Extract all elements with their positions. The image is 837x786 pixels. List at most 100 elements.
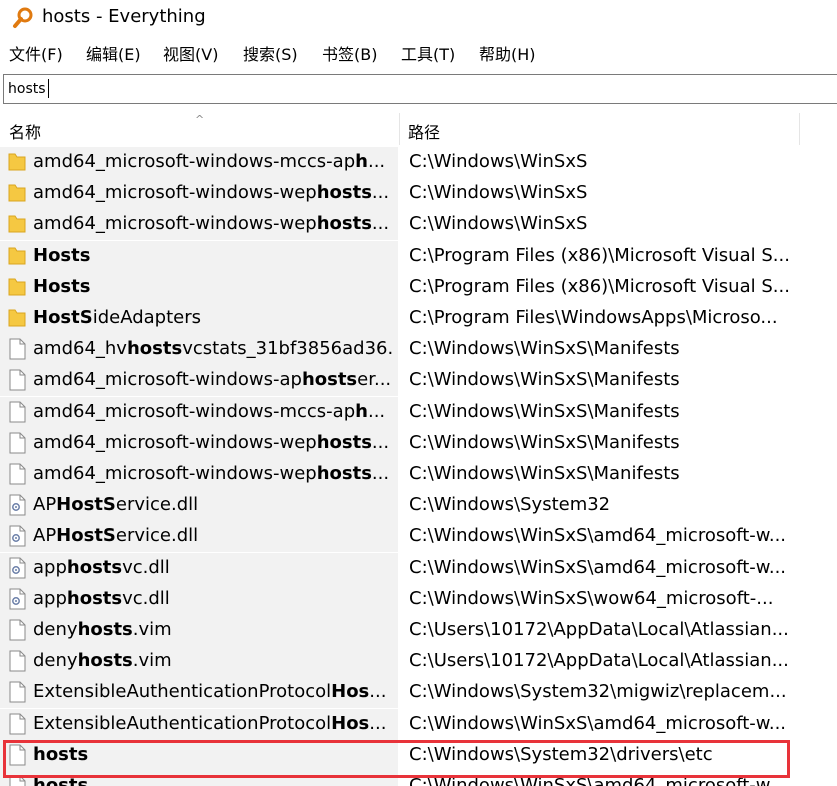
- dll-icon: [8, 588, 26, 610]
- path-cell[interactable]: C:\Users\10172\AppData\Local\Atlassian..…: [409, 618, 809, 642]
- table-row[interactable]: Hosts C:\Program Files (x86)\Microsoft Vi…: [0, 272, 837, 303]
- table-row[interactable]: ExtensibleAuthenticationProtocolHos... C:…: [0, 677, 837, 708]
- name-suffix: ...: [369, 681, 387, 702]
- table-row[interactable]: hosts C:\Windows\System32\drivers\etc: [0, 740, 837, 771]
- dll-icon: [8, 525, 26, 547]
- menu-view[interactable]: 视图(V): [163, 44, 218, 66]
- table-row[interactable]: apphostsvc.dll C:\Windows\WinSxS\wow64_mi…: [0, 584, 837, 615]
- path-cell[interactable]: C:\Windows\WinSxS\amd64_microsoft-w...: [409, 556, 809, 580]
- name-suffix: .vim: [132, 619, 172, 640]
- column-divider[interactable]: [799, 113, 800, 145]
- name-cell[interactable]: ExtensibleAuthenticationProtocolHos...: [0, 677, 398, 708]
- path-cell[interactable]: C:\Program Files (x86)\Microsoft Visual …: [409, 244, 809, 268]
- name-cell[interactable]: apphostsvc.dll: [0, 553, 398, 584]
- name-cell[interactable]: amd64_microsoft-windows-mccs-aph...: [0, 147, 398, 178]
- path-cell[interactable]: C:\Windows\WinSxS: [409, 181, 809, 205]
- path-cell[interactable]: C:\Windows\WinSxS\Manifests: [409, 368, 809, 392]
- name-cell[interactable]: amd64_hvhostsvcstats_31bf3856ad36...: [0, 334, 398, 365]
- path-cell[interactable]: C:\Windows\WinSxS\amd64_microsoft-w...: [409, 712, 809, 736]
- table-row[interactable]: APHostService.dll C:\Windows\WinSxS\amd64…: [0, 521, 837, 552]
- name-match: hosts: [66, 588, 123, 609]
- path-cell[interactable]: C:\Windows\WinSxS\amd64_microsoft-w...: [409, 774, 809, 786]
- table-row[interactable]: HostSideAdapters C:\Program Files\Windows…: [0, 303, 837, 334]
- path-cell[interactable]: C:\Windows\System32\migwiz\replacem...: [409, 680, 809, 704]
- path-cell[interactable]: C:\Windows\WinSxS\wow64_microsoft-...: [409, 587, 809, 611]
- name-cell[interactable]: Hosts: [0, 241, 398, 272]
- menu-tools[interactable]: 工具(T): [401, 44, 455, 66]
- name-cell[interactable]: APHostService.dll: [0, 521, 398, 552]
- file-name: amd64_microsoft-windows-aphostser...: [33, 368, 393, 392]
- name-prefix: deny: [33, 650, 78, 671]
- table-row[interactable]: Hosts C:\Program Files (x86)\Microsoft Vi…: [0, 241, 837, 272]
- file-name: amd64_microsoft-windows-mccs-aph...: [33, 400, 393, 424]
- name-match: hosts: [77, 650, 133, 671]
- name-cell[interactable]: amd64_microsoft-windows-wephosts...: [0, 428, 398, 459]
- table-row[interactable]: amd64_hvhostsvcstats_31bf3856ad36... C:\W…: [0, 334, 837, 365]
- table-row[interactable]: amd64_microsoft-windows-wephosts... C:\Wi…: [0, 178, 837, 209]
- path-cell[interactable]: C:\Windows\WinSxS\Manifests: [409, 431, 809, 455]
- menu-file[interactable]: 文件(F): [9, 44, 63, 66]
- table-row[interactable]: denyhosts.vim C:\Users\10172\AppData\Loca…: [0, 646, 837, 677]
- folder-icon: [8, 245, 26, 267]
- path-cell[interactable]: C:\Windows\System32\drivers\etc: [409, 743, 809, 767]
- menu-bookmarks[interactable]: 书签(B): [322, 44, 377, 66]
- name-cell[interactable]: apphostsvc.dll: [0, 584, 398, 615]
- name-cell[interactable]: hosts: [0, 771, 398, 786]
- path-cell[interactable]: C:\Users\10172\AppData\Local\Atlassian..…: [409, 649, 809, 673]
- path-cell[interactable]: C:\Windows\WinSxS\amd64_microsoft-w...: [409, 524, 809, 548]
- table-row[interactable]: amd64_microsoft-windows-wephosts... C:\Wi…: [0, 209, 837, 240]
- name-cell[interactable]: amd64_microsoft-windows-aphostser...: [0, 365, 398, 396]
- column-header-path[interactable]: 路径: [408, 119, 440, 143]
- dll-icon: [8, 494, 26, 516]
- name-cell[interactable]: ExtensibleAuthenticationProtocolHos...: [0, 709, 398, 740]
- column-header-row: 名称 ^ 路径: [0, 113, 837, 145]
- name-cell[interactable]: Hosts: [0, 272, 398, 303]
- path-cell[interactable]: C:\Windows\WinSxS: [409, 212, 809, 236]
- file-icon: [8, 775, 26, 786]
- file-icon: [8, 619, 26, 641]
- folder-icon: [8, 213, 26, 235]
- path-cell[interactable]: C:\Windows\WinSxS: [409, 150, 809, 174]
- name-cell[interactable]: hosts: [0, 740, 398, 771]
- menu-search[interactable]: 搜索(S): [243, 44, 298, 66]
- table-row[interactable]: hosts C:\Windows\WinSxS\amd64_microsoft-w…: [0, 771, 837, 786]
- name-cell[interactable]: amd64_microsoft-windows-mccs-aph...: [0, 397, 398, 428]
- path-cell[interactable]: C:\Windows\System32: [409, 493, 809, 517]
- table-row[interactable]: APHostService.dll C:\Windows\System32: [0, 490, 837, 521]
- column-divider[interactable]: [399, 113, 400, 145]
- name-suffix: vc.dll: [122, 588, 170, 609]
- name-cell[interactable]: HostSideAdapters: [0, 303, 398, 334]
- name-match: h: [355, 151, 368, 172]
- text-caret: [48, 79, 49, 98]
- table-row[interactable]: amd64_microsoft-windows-wephosts... C:\Wi…: [0, 459, 837, 490]
- name-cell[interactable]: denyhosts.vim: [0, 615, 398, 646]
- table-row[interactable]: amd64_microsoft-windows-wephosts... C:\Wi…: [0, 428, 837, 459]
- table-row[interactable]: apphostsvc.dll C:\Windows\WinSxS\amd64_mi…: [0, 553, 837, 584]
- path-cell[interactable]: C:\Program Files\WindowsApps\Microso...: [409, 306, 809, 330]
- table-row[interactable]: denyhosts.vim C:\Users\10172\AppData\Loca…: [0, 615, 837, 646]
- name-cell[interactable]: amd64_microsoft-windows-wephosts...: [0, 178, 398, 209]
- name-prefix: amd64_microsoft-windows-ap: [33, 369, 302, 390]
- table-row[interactable]: amd64_microsoft-windows-mccs-aph... C:\Wi…: [0, 147, 837, 178]
- path-cell[interactable]: C:\Windows\WinSxS\Manifests: [409, 337, 809, 361]
- name-suffix: ...: [369, 713, 387, 734]
- results-list: amd64_microsoft-windows-mccs-aph... C:\Wi…: [0, 147, 837, 786]
- path-cell[interactable]: C:\Windows\WinSxS\Manifests: [409, 462, 809, 486]
- name-prefix: amd64_microsoft-windows-wep: [33, 182, 317, 203]
- menu-edit[interactable]: 编辑(E): [86, 44, 141, 66]
- path-cell[interactable]: C:\Windows\WinSxS\Manifests: [409, 400, 809, 424]
- menu-help[interactable]: 帮助(H): [479, 44, 536, 66]
- table-row[interactable]: ExtensibleAuthenticationProtocolHos... C:…: [0, 709, 837, 740]
- table-row[interactable]: amd64_microsoft-windows-mccs-aph... C:\Wi…: [0, 397, 837, 428]
- file-icon: [8, 713, 26, 735]
- name-cell[interactable]: amd64_microsoft-windows-wephosts...: [0, 209, 398, 240]
- file-icon: [8, 650, 26, 672]
- table-row[interactable]: amd64_microsoft-windows-aphostser... C:\W…: [0, 365, 837, 396]
- name-cell[interactable]: denyhosts.vim: [0, 646, 398, 677]
- name-cell[interactable]: APHostService.dll: [0, 490, 398, 521]
- search-input[interactable]: hosts: [3, 74, 837, 104]
- name-cell[interactable]: amd64_microsoft-windows-wephosts...: [0, 459, 398, 490]
- column-header-name[interactable]: 名称: [9, 119, 41, 143]
- window-title: hosts - Everything: [42, 6, 206, 27]
- path-cell[interactable]: C:\Program Files (x86)\Microsoft Visual …: [409, 275, 809, 299]
